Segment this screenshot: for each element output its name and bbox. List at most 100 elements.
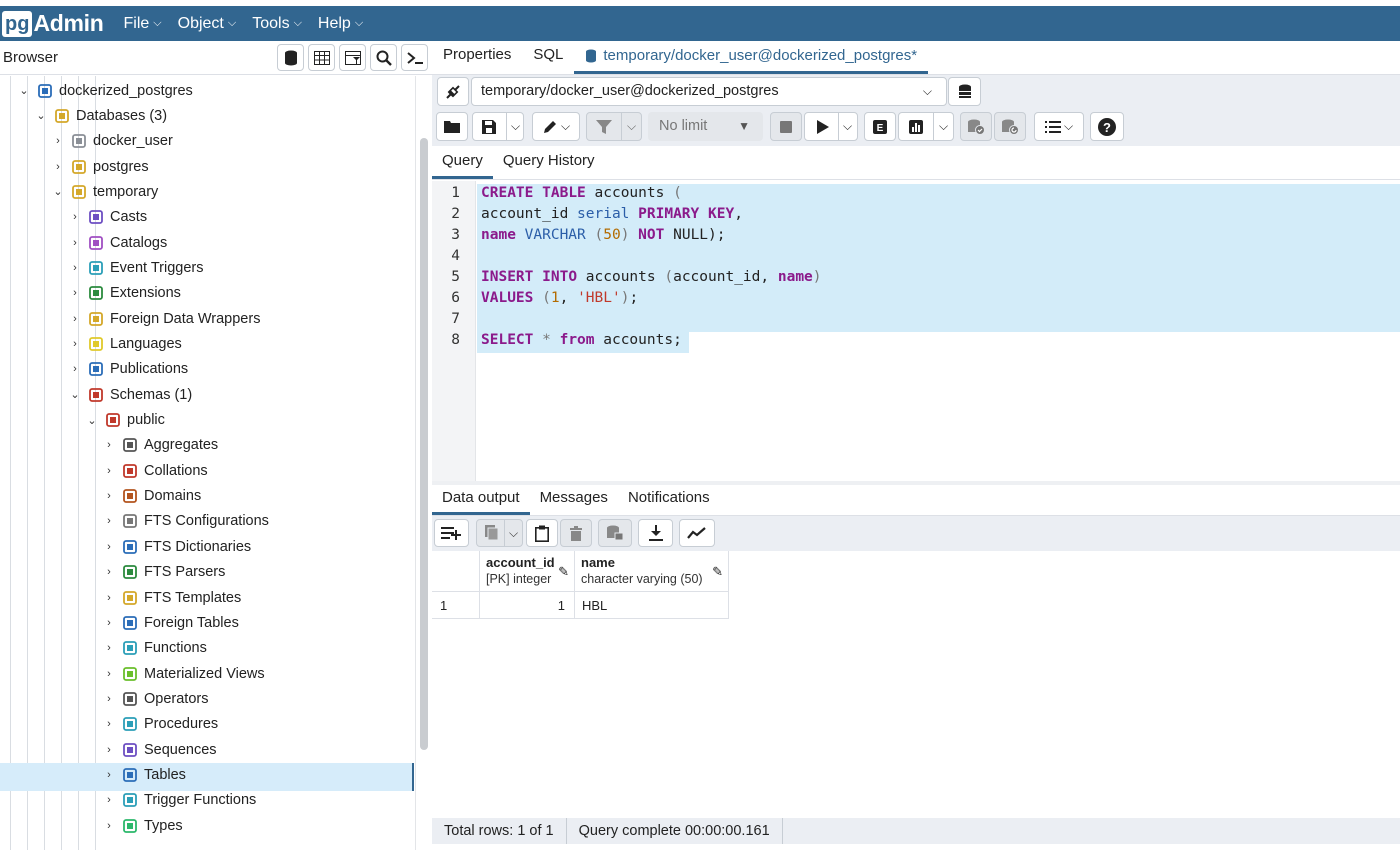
tree-node[interactable]: ⌄ public (86, 408, 165, 433)
download-icon[interactable] (638, 519, 673, 547)
tree-node[interactable]: ⌄ Schemas (1) (69, 382, 192, 407)
tree-node[interactable]: › Tables (103, 762, 186, 787)
tree-node[interactable]: › Materialized Views (103, 661, 264, 686)
terminal-icon[interactable] (401, 44, 428, 71)
connection-select[interactable]: temporary/docker_user@dockerized_postgre… (471, 77, 947, 106)
save-data-icon[interactable] (598, 519, 632, 547)
chevron-right-icon[interactable]: › (69, 338, 81, 350)
tab-properties[interactable]: Properties (432, 41, 522, 74)
view-data-table-icon[interactable] (308, 44, 335, 71)
tree-scrollbar[interactable] (415, 76, 432, 850)
macros-list-icon[interactable]: ⌵ (1034, 112, 1084, 141)
chevron-right-icon[interactable]: › (103, 439, 115, 451)
rollback-icon[interactable] (994, 112, 1026, 141)
filter-icon[interactable]: ⌵ (586, 112, 642, 141)
tree-node[interactable]: › Domains (103, 484, 201, 509)
chevron-right-icon[interactable]: › (103, 490, 115, 502)
chevron-right-icon[interactable]: › (103, 566, 115, 578)
tab-messages[interactable]: Messages (530, 485, 618, 515)
tree-node[interactable]: › Foreign Tables (103, 610, 239, 635)
tab-notifications[interactable]: Notifications (618, 485, 720, 515)
tree-node[interactable]: › Languages (69, 332, 182, 357)
filter-table-icon[interactable] (339, 44, 366, 71)
tree-node[interactable]: › Types (103, 813, 183, 838)
chevron-right-icon[interactable]: › (69, 363, 81, 375)
explain-icon[interactable]: E (864, 112, 896, 141)
chevron-right-icon[interactable]: › (52, 135, 64, 147)
cell-name[interactable]: HBL (575, 592, 729, 619)
row-limit-select[interactable]: No limit ▼ (648, 112, 763, 141)
commit-icon[interactable] (960, 112, 992, 141)
tree-node[interactable]: ⌄ temporary (52, 179, 158, 204)
tab-sql[interactable]: SQL (522, 41, 574, 74)
save-file-icon[interactable]: ⌵ (472, 112, 524, 141)
row-number[interactable]: 1 (432, 592, 480, 619)
chevron-right-icon[interactable]: › (69, 313, 81, 325)
cell-account-id[interactable]: 1 (480, 592, 575, 619)
chevron-right-icon[interactable]: › (103, 769, 115, 781)
scrollbar-thumb[interactable] (420, 138, 428, 750)
tab-query-history[interactable]: Query History (493, 146, 605, 179)
add-row-icon[interactable] (434, 519, 469, 547)
graph-visualiser-icon[interactable] (679, 519, 715, 547)
tree-node[interactable]: › Functions (103, 636, 207, 661)
paste-icon[interactable] (526, 519, 558, 547)
column-header-account-id[interactable]: account_id [PK] integer ✎ (480, 551, 575, 592)
tree-node[interactable]: › Foreign Data Wrappers (69, 306, 260, 331)
chevron-right-icon[interactable]: › (103, 668, 115, 680)
chevron-right-icon[interactable]: › (103, 515, 115, 527)
tree-node[interactable]: › Event Triggers (69, 255, 203, 280)
chevron-right-icon[interactable]: › (52, 161, 64, 173)
tree-node[interactable]: › FTS Dictionaries (103, 534, 251, 559)
tree-node[interactable]: › FTS Parsers (103, 560, 225, 585)
chevron-down-icon[interactable]: ⌄ (52, 185, 64, 198)
chevron-down-icon[interactable]: ⌄ (18, 84, 30, 97)
tree-node[interactable]: ⌄ Databases (3) (35, 103, 167, 128)
edit-pencil-icon[interactable]: ⌵ (532, 112, 580, 141)
chevron-right-icon[interactable]: › (103, 820, 115, 832)
tree-node[interactable]: › Collations (103, 458, 208, 483)
delete-icon[interactable] (560, 519, 592, 547)
menu-help[interactable]: Help ⌵ (318, 15, 363, 33)
menu-tools[interactable]: Tools ⌵ (252, 15, 302, 33)
tree-node[interactable]: › Procedures (103, 712, 218, 737)
tree-node[interactable]: › Operators (103, 686, 208, 711)
tree-node[interactable]: › Extensions (69, 281, 181, 306)
tree-node[interactable]: › Catalogs (69, 230, 167, 255)
chevron-right-icon[interactable]: › (103, 744, 115, 756)
tree-node[interactable]: › Casts (69, 205, 147, 230)
tree-node[interactable]: › Aggregates (103, 433, 218, 458)
chevron-right-icon[interactable]: › (103, 718, 115, 730)
chevron-right-icon[interactable]: › (69, 211, 81, 223)
open-file-icon[interactable] (436, 112, 468, 141)
chevron-right-icon[interactable]: › (103, 693, 115, 705)
tab-data-output[interactable]: Data output (432, 485, 530, 515)
chevron-right-icon[interactable]: › (103, 465, 115, 477)
help-icon[interactable]: ? (1090, 112, 1124, 141)
menu-object[interactable]: Object ⌵ (178, 15, 237, 33)
sql-editor[interactable]: 1 2 3 4 5 6 7 8 CREATE TABLE accounts ( … (432, 181, 1400, 481)
chevron-down-icon[interactable]: ⌄ (86, 414, 98, 427)
tree-node[interactable]: › FTS Configurations (103, 509, 269, 534)
search-icon[interactable] (370, 44, 397, 71)
tree-node[interactable]: › Sequences (103, 737, 216, 762)
database-stack-icon[interactable] (948, 77, 981, 106)
query-tool-database-icon[interactable] (277, 44, 304, 71)
column-header-name[interactable]: name character varying (50) ✎ (575, 551, 729, 592)
tab-query-tool[interactable]: temporary/docker_user@dockerized_postgre… (574, 41, 929, 74)
chevron-right-icon[interactable]: › (69, 262, 81, 274)
chevron-right-icon[interactable]: › (103, 592, 115, 604)
chevron-down-icon[interactable]: ⌄ (69, 388, 81, 401)
tree-node[interactable]: › Publications (69, 357, 188, 382)
chevron-right-icon[interactable]: › (69, 287, 81, 299)
tab-query[interactable]: Query (432, 146, 493, 179)
chevron-right-icon[interactable]: › (103, 642, 115, 654)
connection-status-icon[interactable] (437, 77, 469, 106)
tree-node[interactable]: › postgres (52, 154, 148, 179)
chevron-right-icon[interactable]: › (103, 541, 115, 553)
execute-play-icon[interactable]: ⌵ (804, 112, 858, 141)
stop-icon[interactable] (770, 112, 802, 141)
chevron-down-icon[interactable]: ⌄ (35, 109, 47, 122)
copy-icon[interactable]: ⌵ (476, 519, 523, 547)
tree-node[interactable]: › docker_user (52, 129, 173, 154)
